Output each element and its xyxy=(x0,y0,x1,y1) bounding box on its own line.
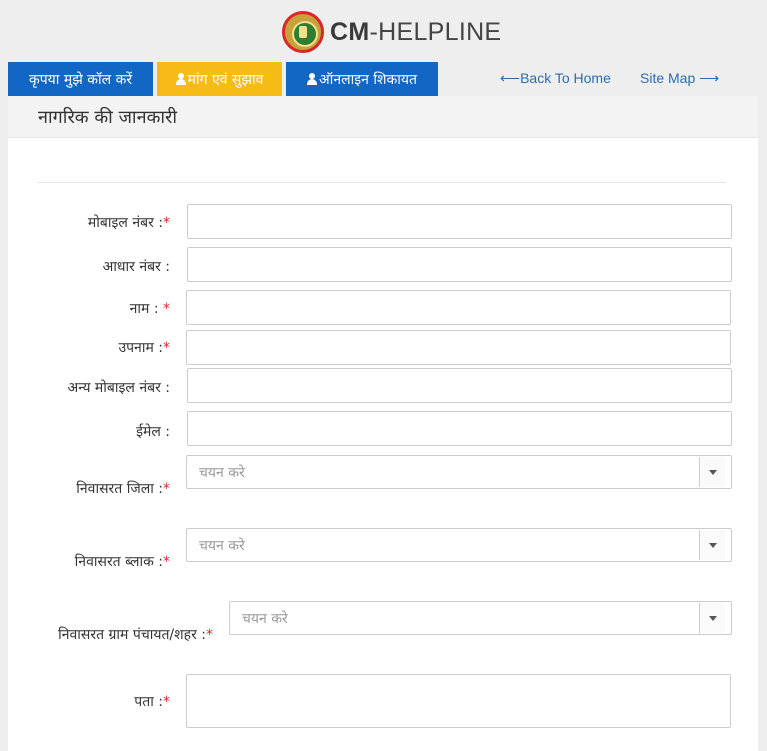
district-select[interactable]: चयन करे xyxy=(186,455,732,489)
alt-mobile-label: अन्य मोबाइल नंबर : xyxy=(67,380,171,396)
block-placeholder: चयन करे xyxy=(199,538,245,554)
brand-title: CM-HELPLINE xyxy=(330,17,502,46)
tab-suggestions-label: मांग एवं सुझाव xyxy=(187,71,264,88)
header: CM-HELPLINE xyxy=(0,0,767,62)
chevron-down-icon[interactable] xyxy=(699,603,725,633)
chevron-down-icon[interactable] xyxy=(699,457,725,487)
gram-label: निवासरत ग्राम पंचायत/शहर :* xyxy=(58,627,213,643)
surname-input[interactable] xyxy=(186,330,731,365)
aadhar-input[interactable] xyxy=(187,247,732,282)
tab-call-me[interactable]: कृपया मुझे कॉल करें xyxy=(8,62,153,96)
email-label: ईमेल : xyxy=(136,424,170,440)
name-label: नाम : * xyxy=(129,301,170,317)
aadhar-label: आधार नंबर : xyxy=(102,259,170,275)
user-icon xyxy=(307,73,318,85)
tab-online-complaint[interactable]: ऑनलाइन शिकायत xyxy=(286,62,438,96)
district-label: निवासरत जिला :* xyxy=(76,481,170,497)
mobile-label: मोबाइल नंबर :* xyxy=(87,215,170,231)
mp-emblem-icon xyxy=(282,11,324,53)
back-to-home-link[interactable]: ⟵Back To Home xyxy=(500,70,611,87)
divider xyxy=(38,182,726,183)
citizen-info-panel: नागरिक की जानकारी मोबाइल नंबर :* आधार नं… xyxy=(8,96,758,751)
district-placeholder: चयन करे xyxy=(199,465,245,481)
chevron-down-icon[interactable] xyxy=(699,530,725,560)
mobile-input[interactable] xyxy=(187,204,732,239)
block-label: निवासरत ब्लाक :* xyxy=(74,554,170,570)
panel-title-text: नागरिक की जानकारी xyxy=(38,106,178,128)
gram-placeholder: चयन करे xyxy=(242,611,288,627)
panel-title: नागरिक की जानकारी xyxy=(8,96,758,138)
gram-select[interactable]: चयन करे xyxy=(229,601,732,635)
tab-online-complaint-label: ऑनलाइन शिकायत xyxy=(319,71,417,88)
name-input[interactable] xyxy=(186,290,731,325)
address-label: पता :* xyxy=(134,694,170,710)
address-textarea[interactable] xyxy=(186,674,731,728)
top-tabs: कृपया मुझे कॉल करें मांग एवं सुझाव ऑनलाइ… xyxy=(8,62,442,96)
block-select[interactable]: चयन करे xyxy=(186,528,732,562)
tab-suggestions[interactable]: मांग एवं सुझाव xyxy=(157,62,282,96)
user-icon xyxy=(175,73,186,85)
site-map-link[interactable]: Site Map ⟶ xyxy=(640,70,719,87)
logo[interactable]: CM-HELPLINE xyxy=(282,10,501,54)
email-input[interactable] xyxy=(187,411,732,446)
tab-call-me-label: कृपया मुझे कॉल करें xyxy=(28,71,133,88)
surname-label: उपनाम :* xyxy=(118,340,170,356)
alt-mobile-input[interactable] xyxy=(187,368,732,403)
